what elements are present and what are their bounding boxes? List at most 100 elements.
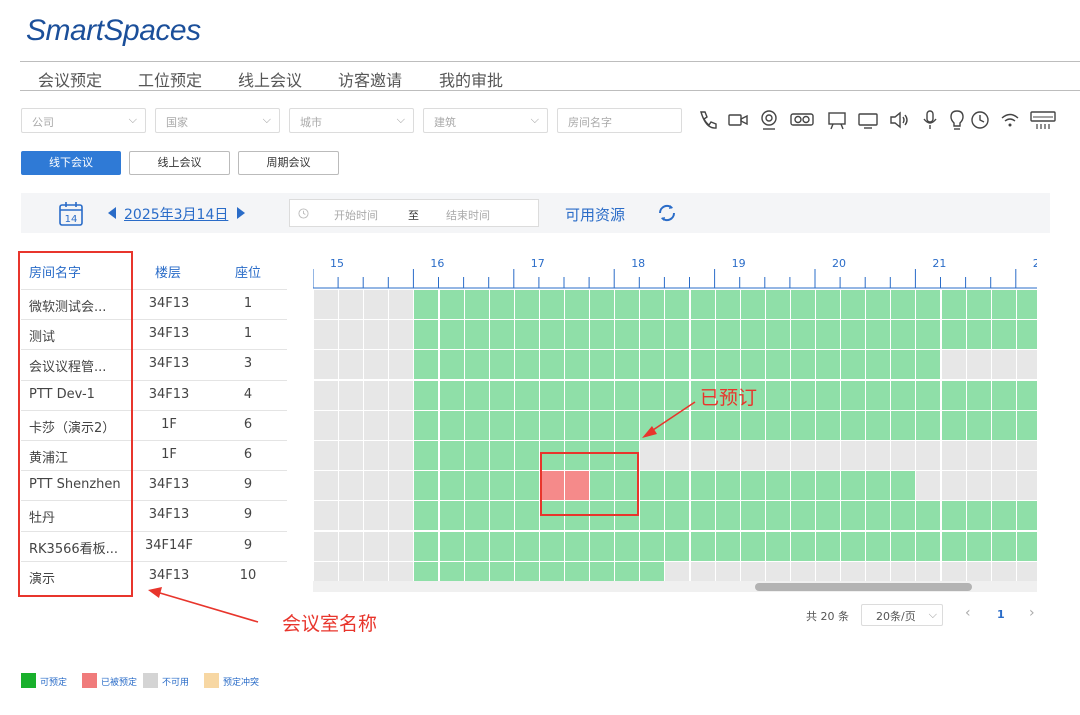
- slot-available[interactable]: [891, 501, 916, 531]
- slot-available[interactable]: [740, 410, 765, 440]
- slot-available[interactable]: [464, 380, 489, 410]
- page-1-button[interactable]: 1: [997, 608, 1005, 621]
- projector-icon[interactable]: [789, 108, 815, 132]
- current-date[interactable]: 2025年3月14日: [124, 204, 228, 224]
- webcam-icon[interactable]: [758, 108, 780, 132]
- slot-available[interactable]: [765, 320, 790, 350]
- per-page-select[interactable]: 20条/页 ⌵: [861, 604, 943, 626]
- slot-available[interactable]: [665, 471, 690, 501]
- slot-available[interactable]: [565, 410, 589, 440]
- slot-available[interactable]: [715, 471, 740, 501]
- slot-available[interactable]: [439, 410, 464, 440]
- slot-available[interactable]: [514, 441, 539, 470]
- slot-available[interactable]: [565, 531, 589, 561]
- prev-day-icon[interactable]: [106, 206, 118, 220]
- next-day-icon[interactable]: [235, 206, 247, 220]
- scrollbar-thumb[interactable]: [754, 583, 972, 591]
- slot-available[interactable]: [489, 410, 514, 440]
- slot-available[interactable]: [941, 290, 966, 319]
- slot-available[interactable]: [790, 471, 815, 501]
- slot-available[interactable]: [640, 531, 665, 561]
- slot-available[interactable]: [514, 531, 539, 561]
- slot-available[interactable]: [966, 320, 991, 350]
- slot-available[interactable]: [615, 320, 640, 350]
- slot-available[interactable]: [539, 380, 564, 410]
- slot-available[interactable]: [690, 471, 715, 501]
- slot-available[interactable]: [590, 320, 615, 350]
- slot-available[interactable]: [690, 501, 715, 531]
- slot-available[interactable]: [690, 350, 715, 380]
- slot-available[interactable]: [565, 380, 589, 410]
- slot-available[interactable]: [414, 380, 439, 410]
- slot-available[interactable]: [665, 350, 690, 380]
- slot-available[interactable]: [866, 410, 891, 440]
- clock-icon[interactable]: [969, 108, 991, 132]
- slot-available[interactable]: [841, 410, 866, 440]
- slot-available[interactable]: [1016, 290, 1037, 319]
- speaker-icon[interactable]: [888, 108, 910, 132]
- slot-available[interactable]: [665, 410, 690, 440]
- slot-available[interactable]: [464, 501, 489, 531]
- slot-available[interactable]: [841, 350, 866, 380]
- slot-available[interactable]: [640, 380, 665, 410]
- slot-available[interactable]: [941, 531, 966, 561]
- slot-available[interactable]: [514, 410, 539, 440]
- slot-available[interactable]: [690, 290, 715, 319]
- slot-available[interactable]: [715, 501, 740, 531]
- slot-available[interactable]: [690, 410, 715, 440]
- slot-available[interactable]: [514, 561, 539, 581]
- slot-available[interactable]: [590, 290, 615, 319]
- slot-available[interactable]: [615, 380, 640, 410]
- slot-available[interactable]: [414, 350, 439, 380]
- slot-available[interactable]: [765, 350, 790, 380]
- slot-available[interactable]: [1016, 380, 1037, 410]
- slot-available[interactable]: [866, 290, 891, 319]
- slot-available[interactable]: [565, 290, 589, 319]
- slot-available[interactable]: [866, 531, 891, 561]
- slot-available[interactable]: [489, 471, 514, 501]
- slot-available[interactable]: [615, 531, 640, 561]
- slot-available[interactable]: [439, 290, 464, 319]
- slot-available[interactable]: [790, 410, 815, 440]
- horizontal-scrollbar[interactable]: [313, 581, 1037, 592]
- slot-available[interactable]: [765, 531, 790, 561]
- slot-available[interactable]: [615, 410, 640, 440]
- slot-available[interactable]: [565, 320, 589, 350]
- slot-available[interactable]: [414, 531, 439, 561]
- slot-available[interactable]: [489, 531, 514, 561]
- slot-available[interactable]: [740, 290, 765, 319]
- slot-available[interactable]: [514, 290, 539, 319]
- slot-available[interactable]: [765, 290, 790, 319]
- slot-available[interactable]: [464, 290, 489, 319]
- wifi-icon[interactable]: [999, 108, 1021, 132]
- slot-available[interactable]: [665, 380, 690, 410]
- slot-available[interactable]: [539, 531, 564, 561]
- slot-available[interactable]: [539, 350, 564, 380]
- microphone-icon[interactable]: [919, 108, 941, 132]
- slot-available[interactable]: [665, 531, 690, 561]
- slot-available[interactable]: [765, 380, 790, 410]
- slot-available[interactable]: [765, 410, 790, 440]
- next-page-button[interactable]: ›: [1029, 605, 1035, 621]
- slot-available[interactable]: [640, 501, 665, 531]
- slot-available[interactable]: [640, 320, 665, 350]
- slot-available[interactable]: [489, 350, 514, 380]
- slot-available[interactable]: [891, 320, 916, 350]
- video-camera-icon[interactable]: [727, 108, 749, 132]
- slot-available[interactable]: [590, 350, 615, 380]
- slot-available[interactable]: [665, 501, 690, 531]
- slot-available[interactable]: [740, 471, 765, 501]
- slot-available[interactable]: [790, 290, 815, 319]
- slot-available[interactable]: [464, 531, 489, 561]
- slot-available[interactable]: [514, 380, 539, 410]
- slot-available[interactable]: [841, 531, 866, 561]
- slot-available[interactable]: [414, 561, 439, 581]
- slot-available[interactable]: [464, 441, 489, 470]
- company-select[interactable]: 公司 ⌵: [21, 108, 146, 133]
- slot-available[interactable]: [740, 320, 765, 350]
- slot-available[interactable]: [715, 290, 740, 319]
- slot-available[interactable]: [891, 531, 916, 561]
- slot-available[interactable]: [790, 320, 815, 350]
- slot-available[interactable]: [489, 561, 514, 581]
- slot-available[interactable]: [966, 501, 991, 531]
